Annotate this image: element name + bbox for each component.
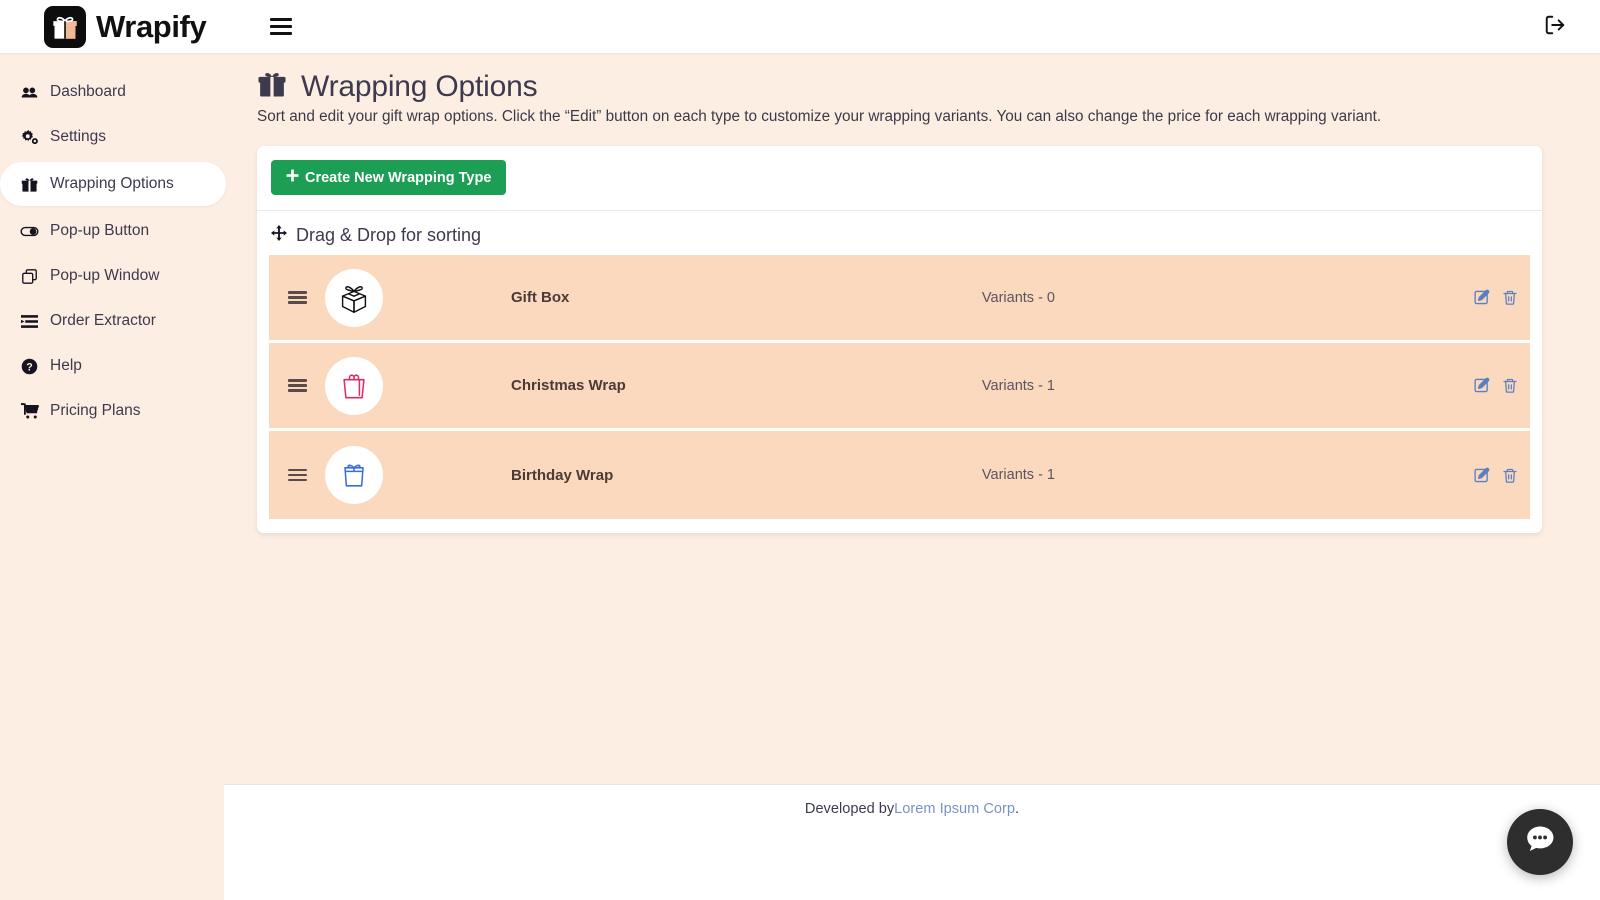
sidebar-item-popup-window[interactable]: Pop-up Window (0, 256, 224, 296)
sidebar-item-label: Order Extractor (50, 312, 156, 329)
logout-icon[interactable] (1544, 14, 1566, 41)
gift-icon (257, 69, 287, 104)
edit-pencil-icon[interactable] (1473, 289, 1490, 306)
drag-drop-label: Drag & Drop for sorting (296, 225, 482, 245)
hamburger-menu-icon[interactable] (266, 14, 296, 39)
trash-icon[interactable] (1502, 377, 1518, 394)
row-actions (1415, 467, 1530, 484)
sidebar-item-popup-button[interactable]: Pop-up Button (0, 211, 224, 251)
plus-icon (286, 169, 299, 186)
wrapping-type-name: Gift Box (511, 289, 570, 306)
sidebar-item-label: Pop-up Button (50, 222, 150, 239)
page-header: Wrapping Options Sort and edit your gift… (224, 53, 1600, 126)
dashboard-icon (20, 84, 39, 101)
drag-drop-hint: Drag & Drop for sorting (257, 211, 1542, 255)
sidebar-item-order-extractor[interactable]: Order Extractor (0, 301, 224, 341)
sidebar-item-label: Settings (50, 128, 107, 145)
sidebar-item-label: Dashboard (50, 83, 126, 100)
list-icon (20, 313, 39, 330)
table-row[interactable]: Christmas Wrap Variants - 1 (269, 343, 1530, 431)
page-title-text: Wrapping Options (301, 69, 538, 103)
edit-pencil-icon[interactable] (1473, 467, 1490, 484)
sidebar-footer-spacer (0, 784, 224, 900)
question-circle-icon: ? (20, 358, 39, 375)
chat-bubble-icon (1523, 823, 1557, 862)
gift-logo-icon (44, 5, 86, 48)
page-title: Wrapping Options (257, 69, 1600, 104)
sidebar: Dashboard Settings Wrapping Options Pop-… (0, 53, 226, 900)
sidebar-item-pricing-plans[interactable]: Pricing Plans (0, 391, 224, 431)
page-subtitle: Sort and edit your gift wrap options. Cl… (257, 108, 1382, 125)
arrows-move-icon (271, 225, 287, 246)
drag-handle-icon[interactable] (269, 377, 325, 394)
top-bar: Wrapify (0, 0, 1600, 53)
table-row[interactable]: Gift Box Variants - 0 (269, 255, 1530, 343)
windows-copy-icon (20, 268, 39, 285)
variants-count: Variants - 1 (981, 377, 1055, 394)
app-root: Wrapify Dashboard Settings Wrapping Opti… (0, 0, 1600, 900)
svg-text:?: ? (26, 361, 32, 373)
create-button-label: Create New Wrapping Type (305, 169, 492, 186)
sidebar-item-settings[interactable]: Settings (0, 117, 224, 157)
sidebar-item-wrapping-options[interactable]: Wrapping Options (0, 162, 226, 206)
wrapping-options-card: Create New Wrapping Type Drag & Drop for… (257, 146, 1542, 533)
wrapping-type-name: Christmas Wrap (511, 377, 626, 394)
sidebar-item-help[interactable]: ? Help (0, 346, 224, 386)
cart-icon (20, 402, 39, 420)
brand[interactable]: Wrapify (44, 5, 207, 48)
main-content: Wrapping Options Sort and edit your gift… (224, 53, 1600, 900)
shopping-bag-icon (325, 356, 383, 415)
gears-icon (20, 128, 39, 146)
gift-box-outline-icon (325, 268, 383, 327)
chat-widget-button[interactable] (1507, 809, 1573, 875)
card-toolbar: Create New Wrapping Type (257, 146, 1542, 211)
create-new-wrapping-type-button[interactable]: Create New Wrapping Type (271, 160, 507, 195)
toggle-icon (20, 222, 39, 241)
variants-count: Variants - 0 (981, 289, 1055, 306)
wrapping-type-name: Birthday Wrap (511, 466, 614, 484)
footer-spacer (224, 832, 1600, 900)
sidebar-item-label: Pop-up Window (50, 267, 160, 284)
sidebar-item-label: Wrapping Options (50, 175, 174, 192)
footer-text-prefix: Developed by (804, 800, 895, 817)
row-actions (1415, 377, 1530, 394)
row-actions (1415, 289, 1530, 306)
drag-handle-icon[interactable] (269, 466, 325, 483)
footer-link[interactable]: Lorem Ipsum Corp (894, 801, 1015, 817)
footer: Developed by Lorem Ipsum Corp . (224, 784, 1600, 832)
sidebar-item-label: Pricing Plans (50, 402, 141, 419)
footer-text-suffix: . (1015, 800, 1020, 817)
drag-handle-icon[interactable] (269, 289, 325, 306)
edit-pencil-icon[interactable] (1473, 377, 1490, 394)
wrapping-type-list: Gift Box Variants - 0 Christmas Wrap Var… (257, 255, 1542, 533)
gift-bag-bow-icon (325, 446, 383, 504)
table-row[interactable]: Birthday Wrap Variants - 1 (269, 431, 1530, 519)
gift-icon (20, 176, 39, 193)
trash-icon[interactable] (1502, 467, 1518, 484)
trash-icon[interactable] (1502, 289, 1518, 306)
variants-count: Variants - 1 (981, 467, 1055, 483)
sidebar-item-dashboard[interactable]: Dashboard (0, 72, 224, 112)
brand-name: Wrapify (96, 8, 207, 44)
sidebar-item-label: Help (50, 357, 82, 374)
